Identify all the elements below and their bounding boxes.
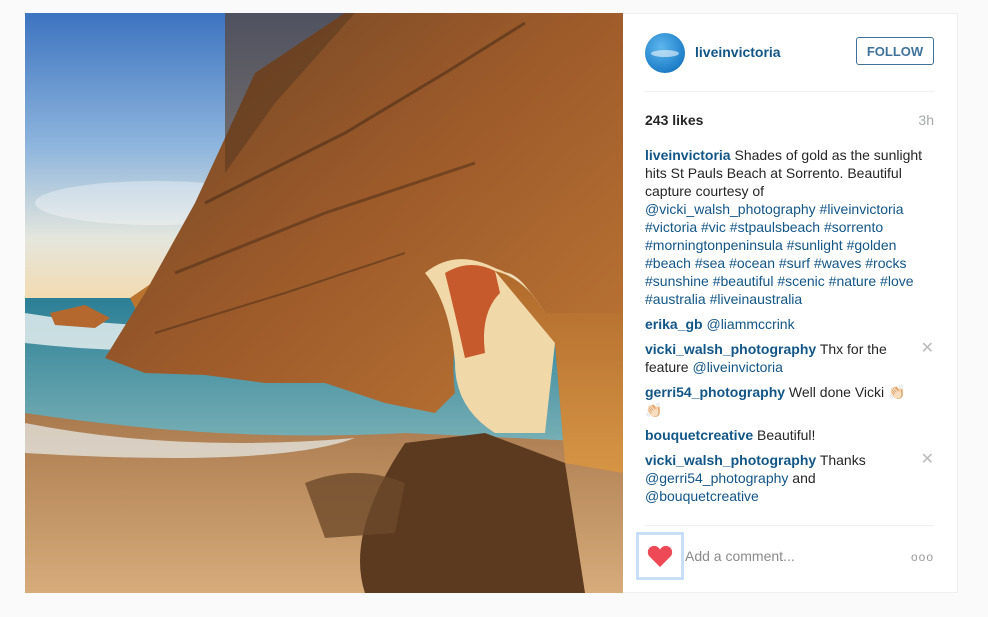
comment-username[interactable]: bouquetcreative xyxy=(645,427,753,443)
beach-cave-image xyxy=(25,13,623,593)
caption-tags[interactable]: @vicki_walsh_photography #liveinvictoria… xyxy=(645,201,914,307)
comment-username[interactable]: erika_gb xyxy=(645,316,703,332)
list-item: bouquetcreative Beautiful! xyxy=(645,426,934,444)
comments-list: liveinvictoria Shades of gold as the sun… xyxy=(645,146,934,512)
comment-mention[interactable]: @gerri54_photography xyxy=(645,470,788,486)
comment-mention[interactable]: @bouquetcreative xyxy=(645,488,759,504)
comment-username[interactable]: vicki_walsh_photography xyxy=(645,341,816,357)
avatar[interactable] xyxy=(645,33,685,73)
likes-count[interactable]: 243 likes xyxy=(645,112,703,128)
follow-button[interactable]: FOLLOW xyxy=(856,37,934,65)
heart-icon xyxy=(647,545,673,567)
list-item: vicki_walsh_photography Thanks @gerri54_… xyxy=(645,451,934,505)
post-time[interactable]: 3h xyxy=(918,112,934,128)
close-icon[interactable]: ✕ xyxy=(921,340,934,358)
comment-text: Beautiful! xyxy=(757,427,816,443)
comment-mention[interactable]: @liveinvictoria xyxy=(692,359,782,375)
comment-text: Thanks xyxy=(819,452,866,468)
caption: liveinvictoria Shades of gold as the sun… xyxy=(645,146,934,308)
comment-username[interactable]: liveinvictoria xyxy=(645,147,731,163)
post-photo[interactable] xyxy=(25,13,623,593)
post-username[interactable]: liveinvictoria xyxy=(695,44,781,60)
list-item: gerri54_photography Well done Vicki 👏🏻👏🏻 xyxy=(645,383,934,419)
comment-text: and xyxy=(788,470,816,486)
more-options-icon[interactable]: ooo xyxy=(911,550,934,564)
comment-username[interactable]: vicki_walsh_photography xyxy=(645,452,816,468)
post-sidebar: liveinvictoria FOLLOW 243 likes 3h livei… xyxy=(623,13,958,593)
post-header: liveinvictoria FOLLOW xyxy=(645,33,934,92)
list-item: erika_gb @liammccrink xyxy=(645,315,934,333)
like-button[interactable] xyxy=(636,532,684,580)
close-icon[interactable]: ✕ xyxy=(921,451,934,469)
comment-username[interactable]: gerri54_photography xyxy=(645,384,785,400)
divider xyxy=(645,525,934,526)
comment-mention[interactable]: @liammccrink xyxy=(706,316,794,332)
list-item: vicki_walsh_photography Thx for the feat… xyxy=(645,340,934,376)
add-comment-input[interactable]: Add a comment... xyxy=(685,548,795,564)
